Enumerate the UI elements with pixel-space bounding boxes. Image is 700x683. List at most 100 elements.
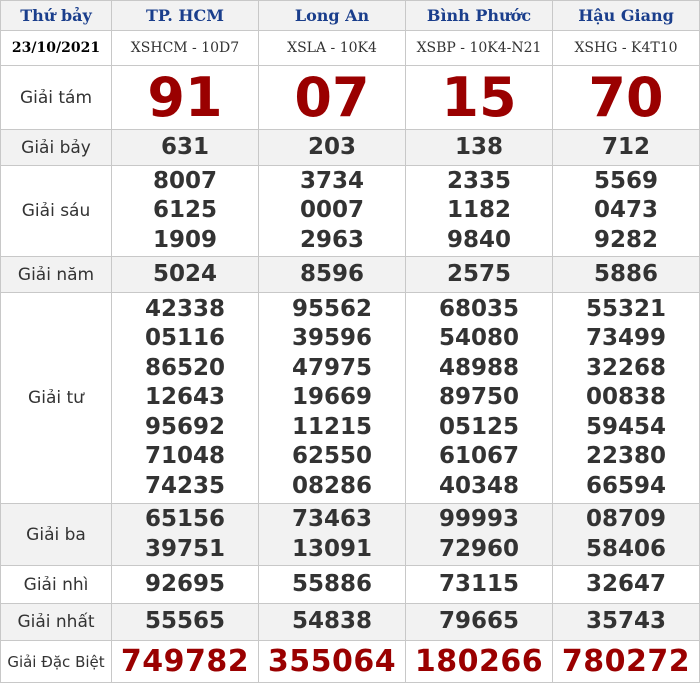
prize-number: 5569 bbox=[593, 167, 658, 194]
prize-label: Giải tư bbox=[0, 292, 112, 504]
prize-cell: 8007 6125 1909 bbox=[111, 165, 259, 257]
special-prize-number: 180266 bbox=[405, 640, 553, 683]
prize-cell: 2335 1182 9840 bbox=[405, 165, 553, 257]
prize-row-giai-nhi: Giải nhì 92695 55886 73115 32647 bbox=[0, 565, 700, 604]
prize-label: Giải tám bbox=[0, 65, 112, 130]
prize-number: 8007 bbox=[152, 167, 217, 194]
prize-number: 68035 bbox=[438, 295, 520, 322]
prize-number: 0473 bbox=[593, 197, 658, 224]
prize-number: 11215 bbox=[291, 413, 373, 440]
draw-code-hcm: XSHCM - 10D7 bbox=[111, 30, 259, 66]
prize-number: 2963 bbox=[299, 226, 364, 253]
prize-number: 74235 bbox=[144, 472, 226, 499]
prize-cell: 5569 0473 9282 bbox=[552, 165, 700, 257]
prize-label: Giải nhất bbox=[0, 603, 112, 641]
prize-cell: 08709 58406 bbox=[552, 503, 700, 566]
prize-number: 39596 bbox=[291, 325, 373, 352]
prize-number: 71048 bbox=[144, 443, 226, 470]
prize-label: Giải ba bbox=[0, 503, 112, 566]
prize-row-giai-nhat: Giải nhất 55565 54838 79665 35743 bbox=[0, 603, 700, 641]
prize-number: 48988 bbox=[438, 354, 520, 381]
prize-cell: 42338 05116 86520 12643 95692 71048 7423… bbox=[111, 292, 259, 504]
prize-number: 12643 bbox=[144, 384, 226, 411]
prize-number: 32647 bbox=[552, 565, 700, 604]
prize-number: 08286 bbox=[291, 472, 373, 499]
prize-number: 5886 bbox=[552, 256, 700, 293]
prize-number: 35743 bbox=[552, 603, 700, 641]
prize-cell: 95562 39596 47975 19669 11215 62550 0828… bbox=[258, 292, 406, 504]
prize-number: 05116 bbox=[144, 325, 226, 352]
prize-number: 65156 bbox=[144, 506, 226, 532]
prize-cell: 55321 73499 32268 00838 59454 22380 6659… bbox=[552, 292, 700, 504]
prize-number: 47975 bbox=[291, 354, 373, 381]
prize-row-giai-sau: Giải sáu 8007 6125 1909 3734 0007 2963 2… bbox=[0, 165, 700, 257]
prize-number: 79665 bbox=[405, 603, 553, 641]
prize-row-giai-tu: Giải tư 42338 05116 86520 12643 95692 71… bbox=[0, 292, 700, 504]
prize-number: 1182 bbox=[446, 197, 511, 224]
prize-number: 15 bbox=[405, 65, 553, 130]
prize-number: 00838 bbox=[585, 384, 667, 411]
prize-number: 73463 bbox=[291, 506, 373, 532]
prize-number: 9840 bbox=[446, 226, 511, 253]
prize-number: 55565 bbox=[111, 603, 259, 641]
prize-number: 86520 bbox=[144, 354, 226, 381]
prize-row-giai-ba: Giải ba 65156 39751 73463 13091 99993 72… bbox=[0, 503, 700, 566]
day-header: Thứ bảy bbox=[0, 0, 112, 31]
province-header-binh-phuoc[interactable]: Bình Phước bbox=[405, 0, 553, 31]
prize-number: 712 bbox=[552, 129, 700, 166]
prize-number: 58406 bbox=[585, 535, 667, 562]
prize-number: 70 bbox=[552, 65, 700, 130]
prize-cell: 99993 72960 bbox=[405, 503, 553, 566]
prize-number: 8596 bbox=[258, 256, 406, 293]
prize-number: 40348 bbox=[438, 472, 520, 499]
prize-number: 59454 bbox=[585, 413, 667, 440]
province-header-hcm[interactable]: TP. HCM bbox=[111, 0, 259, 31]
province-header-long-an[interactable]: Long An bbox=[258, 0, 406, 31]
prize-number: 19669 bbox=[291, 384, 373, 411]
prize-number: 39751 bbox=[144, 535, 226, 562]
prize-number: 9282 bbox=[593, 226, 658, 253]
prize-row-giai-dac-biet: Giải Đặc Biệt 749782 355064 180266 78027… bbox=[0, 640, 700, 683]
prize-number: 62550 bbox=[291, 443, 373, 470]
header-row: Thứ bảy TP. HCM Long An Bình Phước Hậu G… bbox=[0, 0, 700, 31]
prize-number: 631 bbox=[111, 129, 259, 166]
lottery-results-table: Thứ bảy TP. HCM Long An Bình Phước Hậu G… bbox=[0, 0, 700, 683]
prize-number: 66594 bbox=[585, 472, 667, 499]
prize-number: 08709 bbox=[585, 506, 667, 532]
prize-number: 73499 bbox=[585, 325, 667, 352]
date-row: 23/10/2021 XSHCM - 10D7 XSLA - 10K4 XSBP… bbox=[0, 30, 700, 66]
prize-number: 73115 bbox=[405, 565, 553, 604]
prize-number: 22380 bbox=[585, 443, 667, 470]
prize-number: 42338 bbox=[144, 295, 226, 322]
prize-number: 07 bbox=[258, 65, 406, 130]
prize-number: 3734 bbox=[299, 167, 364, 194]
prize-row-giai-bay: Giải bảy 631 203 138 712 bbox=[0, 129, 700, 166]
prize-number: 89750 bbox=[438, 384, 520, 411]
prize-number: 2575 bbox=[405, 256, 553, 293]
prize-number: 13091 bbox=[291, 535, 373, 562]
prize-number: 91 bbox=[111, 65, 259, 130]
prize-number: 05125 bbox=[438, 413, 520, 440]
draw-code-hau-giang: XSHG - K4T10 bbox=[552, 30, 700, 66]
prize-number: 72960 bbox=[438, 535, 520, 562]
special-prize-number: 355064 bbox=[258, 640, 406, 683]
prize-number: 99993 bbox=[438, 506, 520, 532]
prize-number: 61067 bbox=[438, 443, 520, 470]
prize-label: Giải Đặc Biệt bbox=[0, 640, 112, 683]
prize-number: 1909 bbox=[152, 226, 217, 253]
prize-label: Giải bảy bbox=[0, 129, 112, 166]
prize-number: 95562 bbox=[291, 295, 373, 322]
prize-number: 92695 bbox=[111, 565, 259, 604]
prize-number: 32268 bbox=[585, 354, 667, 381]
prize-number: 5024 bbox=[111, 256, 259, 293]
prize-row-giai-nam: Giải năm 5024 8596 2575 5886 bbox=[0, 256, 700, 293]
province-header-hau-giang[interactable]: Hậu Giang bbox=[552, 0, 700, 31]
draw-code-binh-phuoc: XSBP - 10K4-N21 bbox=[405, 30, 553, 66]
prize-number: 95692 bbox=[144, 413, 226, 440]
draw-date: 23/10/2021 bbox=[0, 30, 112, 66]
prize-number: 54080 bbox=[438, 325, 520, 352]
prize-cell: 68035 54080 48988 89750 05125 61067 4034… bbox=[405, 292, 553, 504]
prize-cell: 3734 0007 2963 bbox=[258, 165, 406, 257]
prize-number: 6125 bbox=[152, 197, 217, 224]
prize-label: Giải nhì bbox=[0, 565, 112, 604]
